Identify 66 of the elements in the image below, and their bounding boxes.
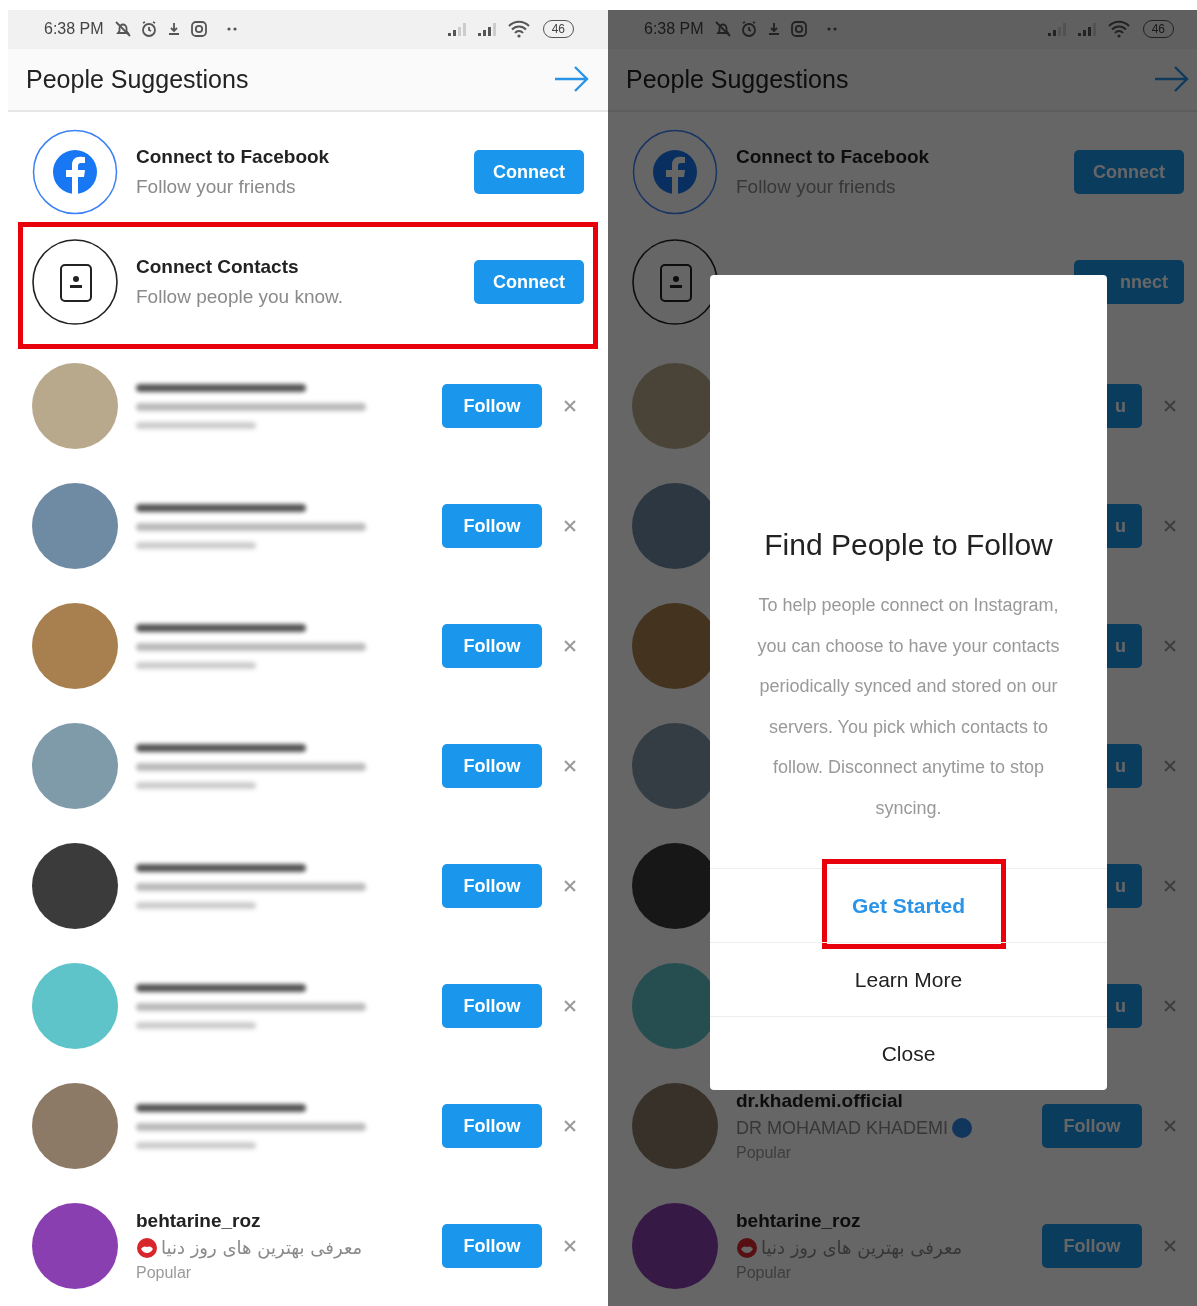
bell-off-icon: [113, 20, 132, 39]
follow-button[interactable]: Follow: [442, 504, 542, 548]
close-icon: [562, 1238, 578, 1254]
close-icon: [562, 398, 578, 414]
close-icon: [1162, 518, 1178, 534]
connect-button[interactable]: Connect: [474, 150, 584, 194]
close-icon: [1162, 1118, 1178, 1134]
row-title: Connect to Facebook: [136, 144, 331, 169]
status-time: 6:38 PM: [644, 19, 704, 40]
row-title: Connect to Facebook: [736, 144, 931, 169]
row-title: Connect Contacts: [136, 254, 300, 279]
follow-button[interactable]: Follow: [442, 624, 542, 668]
follow-button[interactable]: Follow: [442, 1224, 542, 1268]
badge-dot-icon: [951, 1117, 973, 1139]
suggestion-reason: Popular: [136, 1263, 193, 1283]
signal-icon: [476, 21, 499, 38]
lips-icon: [136, 1237, 158, 1259]
close-icon: [562, 758, 578, 774]
signal-icon: [1046, 21, 1069, 38]
dialog-message: To help people connect on Instagram, you can choose to have your contacts periodically synced and stored on our servers. You pick which contacts to follow. Disconnect anytime to stop syncing.: [756, 594, 1061, 820]
follow-button[interactable]: Follow: [442, 984, 542, 1028]
status-time: 6:38 PM: [44, 19, 104, 40]
camera-app-icon: [189, 20, 208, 39]
follow-button[interactable]: Follow: [442, 864, 542, 908]
connect-button[interactable]: Connect: [474, 260, 584, 304]
signal-icon: [446, 21, 469, 38]
facebook-logo-icon: [32, 129, 118, 215]
follow-button[interactable]: Follow: [442, 744, 542, 788]
screen-title: People Suggestions: [626, 63, 849, 95]
contact-book-icon: [32, 239, 118, 325]
user-bio: معرفی بهترین های روز دنیا: [161, 1236, 363, 1260]
close-icon: [1162, 758, 1178, 774]
username: dr.khademi.official: [736, 1089, 904, 1113]
screen-title: People Suggestions: [26, 63, 249, 95]
username: behtarine_roz: [136, 1209, 262, 1233]
camera-app-icon: [789, 20, 808, 39]
close-icon: [562, 518, 578, 534]
dialog-action-button[interactable]: Get Started: [831, 868, 986, 943]
close-icon: [1162, 398, 1178, 414]
connect-button[interactable]: Connect: [1074, 150, 1184, 194]
wifi-icon: [506, 20, 531, 39]
facebook-logo-icon: [632, 129, 718, 215]
signal-icon: [1076, 21, 1099, 38]
close-icon: [1162, 878, 1178, 894]
follow-button[interactable]: Follow: [1042, 1224, 1142, 1268]
dialog-action-button[interactable]: Close: [861, 1016, 956, 1091]
row-subtitle: Follow your friends: [136, 175, 297, 199]
follow-button[interactable]: Follow: [442, 1104, 542, 1148]
close-icon: [1162, 998, 1178, 1014]
follow-button[interactable]: Follow: [1042, 1104, 1142, 1148]
wifi-icon: [1106, 20, 1131, 39]
close-icon: [562, 878, 578, 894]
alarm-icon: [139, 20, 158, 39]
row-subtitle: Follow people you know.: [136, 285, 344, 309]
dialog-title: Find People to Follow: [764, 527, 1053, 563]
dialog-action-button[interactable]: Learn More: [834, 942, 983, 1017]
bell-off-icon: [713, 20, 732, 39]
close-icon: [562, 638, 578, 654]
close-icon: [562, 1118, 578, 1134]
follow-button[interactable]: Follow: [442, 384, 542, 428]
close-icon: [1162, 1238, 1178, 1254]
lips-icon: [736, 1237, 758, 1259]
username: behtarine_roz: [736, 1209, 862, 1233]
close-icon: [562, 998, 578, 1014]
close-icon: [1162, 638, 1178, 654]
alarm-icon: [739, 20, 758, 39]
